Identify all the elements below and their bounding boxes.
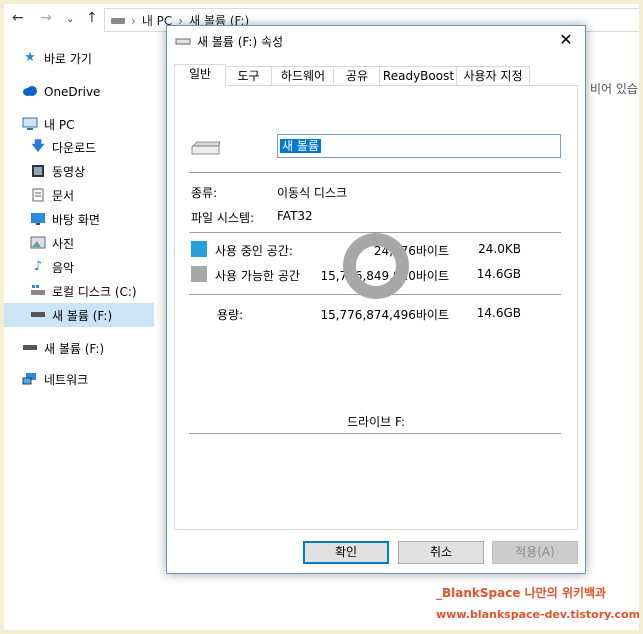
document-icon xyxy=(30,188,46,202)
sidebar-item-label: 문서 xyxy=(52,188,75,203)
sidebar-item-network[interactable]: 네트워크 xyxy=(22,367,154,391)
sidebar-item-quick-access[interactable]: ★ 바로 가기 xyxy=(22,46,154,70)
download-arrow-icon: 🡇 xyxy=(31,139,45,154)
music-icon: ♪ xyxy=(33,259,43,274)
disk-usage-donut xyxy=(341,231,411,304)
sidebar-item-videos[interactable]: 동영상 xyxy=(30,159,154,183)
free-space-label: 사용 가능한 공간 xyxy=(215,269,300,283)
sidebar-item-pictures[interactable]: 사진 xyxy=(30,231,154,255)
sidebar-item-label: 네트워크 xyxy=(44,372,89,387)
drive-icon xyxy=(111,17,125,24)
navigation-pane: ★ 바로 가기 OneDrive 내 PC 🡇 다운로드 동영상 문서 바탕 화… xyxy=(4,40,154,600)
computer-icon xyxy=(22,117,38,131)
sidebar-item-label: 사진 xyxy=(52,236,75,251)
used-space-size: 24.0KB xyxy=(478,242,521,256)
properties-dialog: 새 볼륨 (F:) 속성 ✕ 일반 도구 하드웨어 공유 ReadyBoost … xyxy=(166,25,586,574)
desktop-icon xyxy=(30,212,46,226)
sidebar-item-label: 다운로드 xyxy=(52,140,97,155)
local-disk-icon xyxy=(30,284,46,298)
divider xyxy=(189,433,561,434)
dialog-title: 새 볼륨 (F:) 속성 xyxy=(197,35,284,49)
tab-customize[interactable]: 사용자 지정 xyxy=(456,66,530,86)
dialog-title-bar: 새 볼륨 (F:) 속성 xyxy=(175,33,283,50)
capacity-label: 용량: xyxy=(217,308,244,322)
forward-arrow-icon[interactable]: → xyxy=(40,10,52,26)
free-space-swatch xyxy=(191,266,207,282)
sidebar-item-documents[interactable]: 문서 xyxy=(30,183,154,207)
apply-button[interactable]: 적용(A) xyxy=(492,541,578,564)
video-icon xyxy=(30,164,46,178)
recent-dropdown-icon[interactable]: ⌄ xyxy=(66,12,74,28)
capacity-size: 14.6GB xyxy=(476,306,521,320)
watermark-url: www.blankspace-dev.tistory.com xyxy=(436,608,641,621)
sidebar-item-volume-f[interactable]: 새 볼륨 (F:) xyxy=(22,336,154,360)
star-icon: ★ xyxy=(24,50,36,65)
removable-drive-icon xyxy=(22,341,38,355)
drive-caption: 드라이브 F: xyxy=(347,415,405,429)
type-label: 종류: xyxy=(191,186,218,200)
sidebar-item-this-pc[interactable]: 내 PC xyxy=(22,112,154,136)
removable-drive-icon xyxy=(191,141,221,155)
tab-readyboost[interactable]: ReadyBoost xyxy=(379,66,458,86)
drive-icon xyxy=(175,35,191,49)
type-value: 이동식 디스크 xyxy=(277,186,348,200)
volume-name-value: 새 볼륨 xyxy=(280,139,321,153)
sidebar-item-label: 새 볼륨 (F:) xyxy=(44,341,105,356)
free-space-size: 14.6GB xyxy=(476,267,521,281)
sidebar-item-local-disk[interactable]: 로컬 디스크 (C:) xyxy=(30,279,154,303)
divider xyxy=(189,172,561,173)
filesystem-value: FAT32 xyxy=(277,209,313,223)
capacity-bytes: 15,776,874,496바이트 xyxy=(320,308,449,322)
filesystem-label: 파일 시스템: xyxy=(191,211,255,225)
sidebar-item-label: OneDrive xyxy=(44,85,101,99)
tab-hardware[interactable]: 하드웨어 xyxy=(271,66,335,86)
sidebar-item-onedrive[interactable]: OneDrive xyxy=(22,80,154,104)
cloud-icon xyxy=(22,85,38,99)
sidebar-item-label: 바탕 화면 xyxy=(52,212,100,227)
general-tab-panel: 새 볼륨 종류: 이동식 디스크 파일 시스템: FAT32 사용 중인 공간:… xyxy=(174,85,578,530)
used-space-label: 사용 중인 공간: xyxy=(215,244,293,258)
tab-general[interactable]: 일반 xyxy=(174,64,226,86)
back-arrow-icon[interactable]: ← xyxy=(12,10,24,26)
used-space-swatch xyxy=(191,241,207,257)
volume-name-input[interactable]: 새 볼륨 xyxy=(277,134,561,158)
free-space-ring xyxy=(343,233,409,299)
close-icon[interactable]: ✕ xyxy=(553,29,579,51)
cancel-button[interactable]: 취소 xyxy=(398,541,484,564)
removable-drive-icon xyxy=(30,308,46,322)
sidebar-item-label: 로컬 디스크 (C:) xyxy=(52,284,137,299)
picture-icon xyxy=(30,236,46,250)
sidebar-item-label: 동영상 xyxy=(52,164,86,179)
sidebar-item-label: 새 볼륨 (F:) xyxy=(52,308,113,323)
tab-sharing[interactable]: 공유 xyxy=(333,66,381,86)
empty-folder-text: 비어 있습 xyxy=(590,82,638,96)
up-arrow-icon[interactable]: ↑ xyxy=(86,10,98,26)
sidebar-item-desktop[interactable]: 바탕 화면 xyxy=(30,207,154,231)
sidebar-item-music[interactable]: ♪ 음악 xyxy=(30,255,154,279)
watermark-title: _BlankSpace 나만의 위키백과 xyxy=(436,586,607,600)
sidebar-item-downloads[interactable]: 🡇 다운로드 xyxy=(30,135,154,159)
sidebar-item-volume-f-selected[interactable]: 새 볼륨 (F:) xyxy=(4,303,154,327)
sidebar-item-label: 내 PC xyxy=(44,117,75,132)
sidebar-item-label: 바로 가기 xyxy=(44,51,92,66)
ok-button[interactable]: 확인 xyxy=(303,541,389,564)
sidebar-item-label: 음악 xyxy=(52,260,75,275)
chevron-right-icon: › xyxy=(131,13,136,28)
tab-tools[interactable]: 도구 xyxy=(224,66,273,86)
network-icon xyxy=(22,372,38,386)
